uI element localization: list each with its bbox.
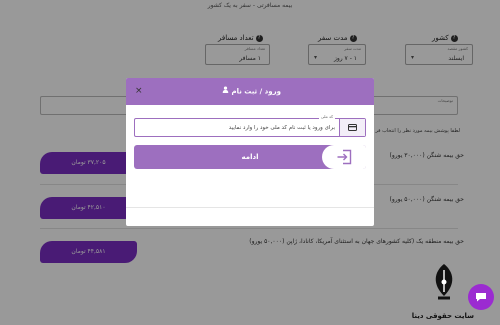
modal-title: ورود / ثبت نام xyxy=(126,78,374,106)
national-id-field[interactable]: کد ملی xyxy=(134,114,366,137)
sign-in-icon xyxy=(322,145,366,169)
id-card-icon xyxy=(339,119,365,136)
user-icon xyxy=(222,78,229,105)
close-icon[interactable]: × xyxy=(135,86,143,96)
continue-button[interactable]: ادامه xyxy=(134,145,366,169)
modal-header: ورود / ثبت نام × xyxy=(126,78,374,105)
national-id-input[interactable] xyxy=(135,119,341,136)
modal-footer-divider xyxy=(126,207,374,208)
chat-icon xyxy=(476,293,486,302)
chat-button[interactable] xyxy=(468,284,494,310)
login-modal: ورود / ثبت نام × کد ملی ادامه xyxy=(126,78,374,226)
watermark-text: سایت حقوقی دینا xyxy=(411,312,474,320)
quill-pen-logo xyxy=(435,264,453,300)
